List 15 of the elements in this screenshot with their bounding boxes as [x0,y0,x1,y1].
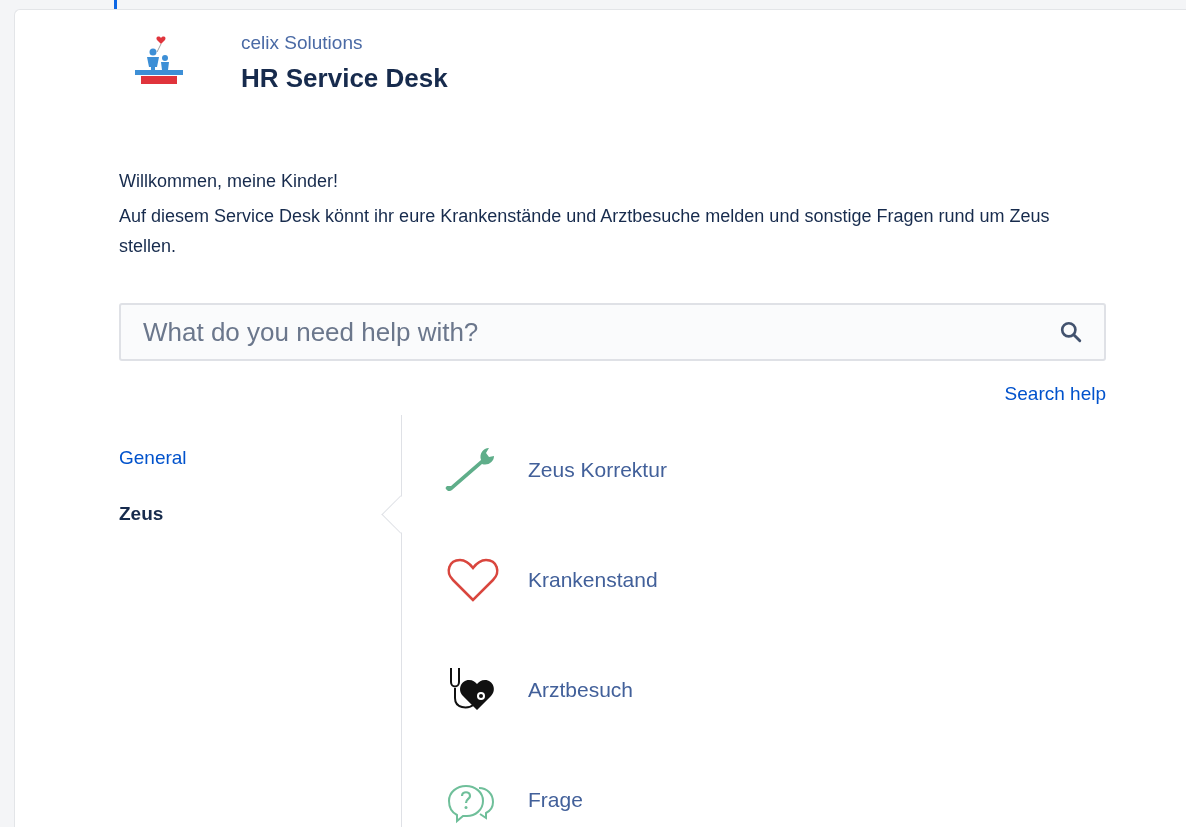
welcome-text: Auf diesem Service Desk könnt ihr eure Krankenstände und Arztbesuche melden und sonstige Fragen rund um Zeus stellen. [119,205,1051,258]
request-type-link[interactable]: Zeus Korrektur [528,458,667,482]
text-cursor [114,0,117,9]
portal-title: HR Service Desk [241,61,448,94]
heart-icon [445,556,501,604]
request-type-link[interactable]: Frage [528,788,583,812]
search-field[interactable]: What do you need help with? [119,303,1106,361]
category-link[interactable]: General [119,446,187,470]
category-link[interactable]: Zeus [119,502,164,526]
search-help-link[interactable]: Search help [1004,382,1106,406]
organization-name: celix Solutions [241,30,364,55]
request-type-link[interactable]: Krankenstand [528,568,658,592]
welcome-heading: Willkommen, meine Kinder! [119,170,340,193]
request-type-link[interactable]: Arztbesuch [528,678,634,702]
search-icon [1060,321,1082,343]
